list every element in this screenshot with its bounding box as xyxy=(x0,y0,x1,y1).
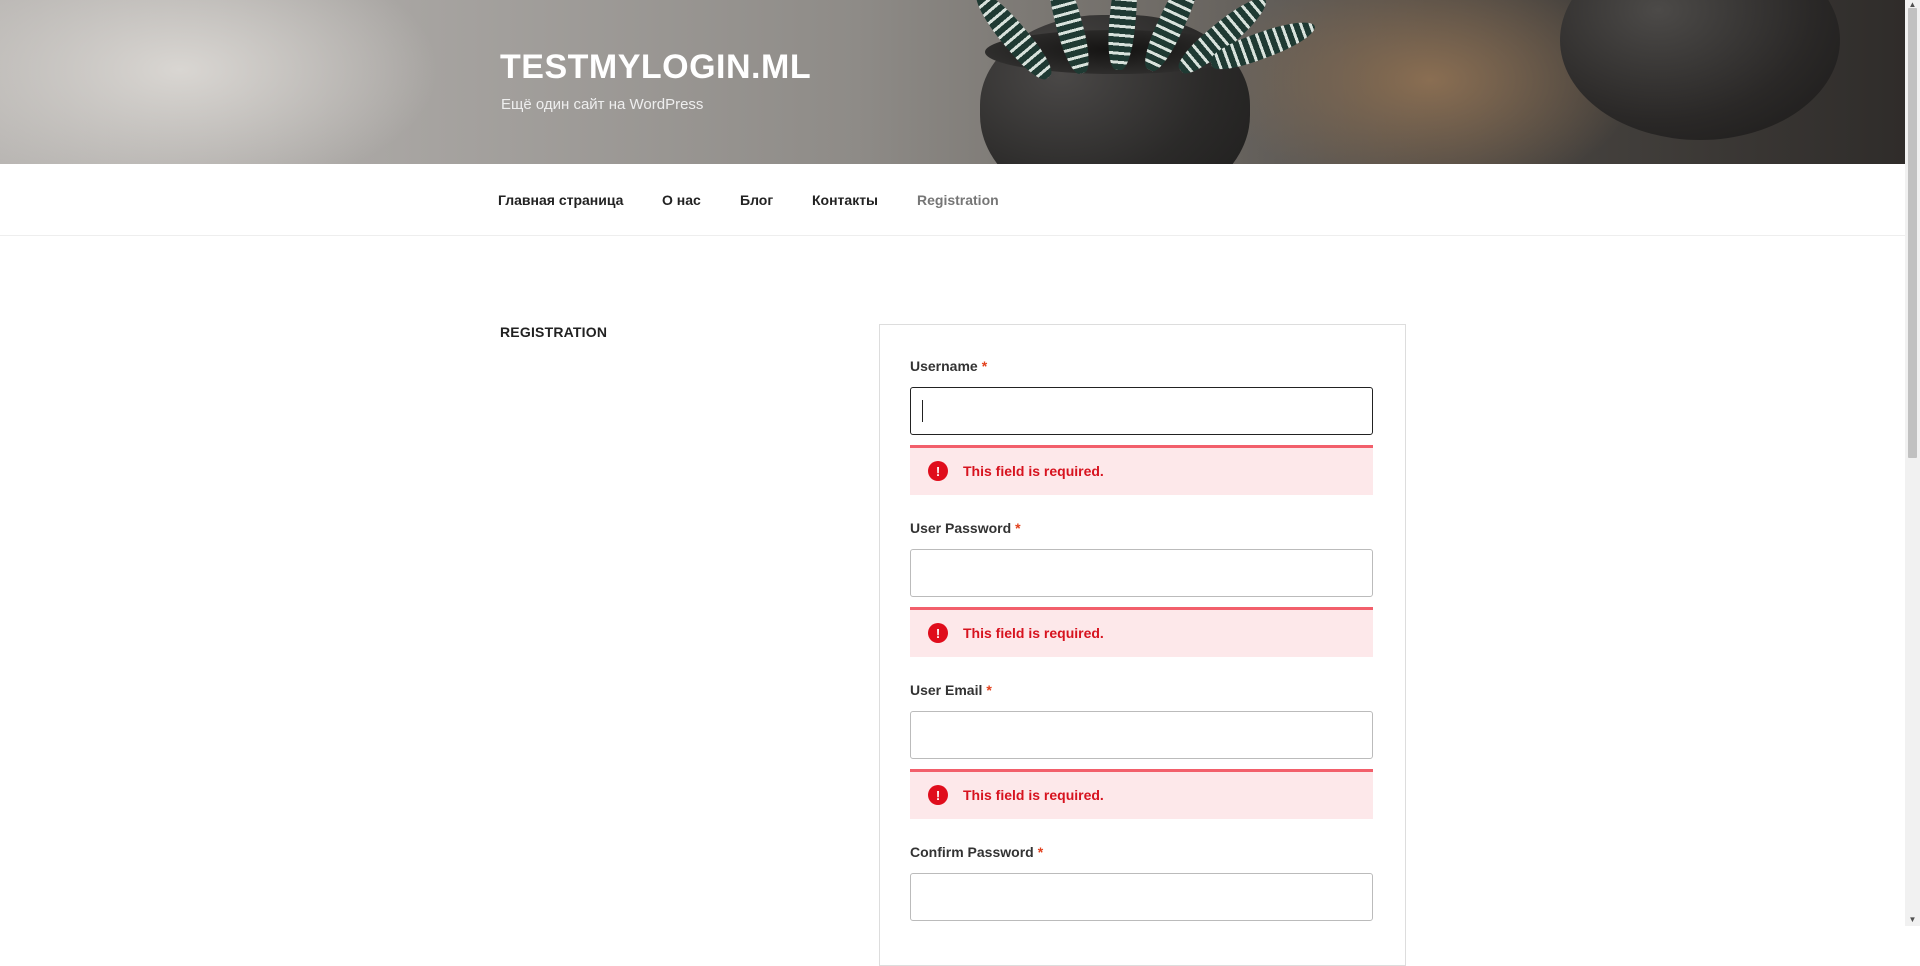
user-email-error-text: This field is required. xyxy=(963,787,1104,803)
user-password-label: User Password * xyxy=(910,520,1021,536)
required-mark: * xyxy=(1015,520,1021,536)
nav-item-blog[interactable]: Блог xyxy=(740,192,773,208)
site-title[interactable]: TESTMYLOGIN.ML xyxy=(500,48,811,87)
user-password-error-text: This field is required. xyxy=(963,625,1104,641)
nav-item-registration[interactable]: Registration xyxy=(917,192,999,208)
scroll-down-arrow-icon[interactable]: ▼ xyxy=(1908,915,1917,924)
required-mark: * xyxy=(1037,844,1044,860)
username-label-text: Username xyxy=(910,358,978,374)
nav-item-about[interactable]: О нас xyxy=(662,192,701,208)
scrollbar-thumb[interactable] xyxy=(1908,8,1917,458)
error-icon: ! xyxy=(928,623,948,643)
required-mark: * xyxy=(986,682,992,698)
username-label: Username * xyxy=(910,358,987,374)
page-scrollbar[interactable]: ▲ ▼ xyxy=(1905,0,1920,926)
header-image-blur xyxy=(0,0,440,164)
user-password-label-text: User Password xyxy=(910,520,1012,536)
user-email-label-text: User Email xyxy=(910,682,983,698)
username-error-text: This field is required. xyxy=(963,463,1104,479)
user-email-error: ! This field is required. xyxy=(910,769,1373,819)
error-icon: ! xyxy=(928,785,948,805)
page-title: REGISTRATION xyxy=(500,324,608,340)
confirm-password-input[interactable] xyxy=(910,873,1373,921)
nav-item-contacts[interactable]: Контакты xyxy=(812,192,878,208)
username-error: ! This field is required. xyxy=(910,445,1373,495)
user-email-input[interactable] xyxy=(910,711,1373,759)
user-password-error: ! This field is required. xyxy=(910,607,1373,657)
username-input[interactable] xyxy=(910,387,1373,435)
user-password-input[interactable] xyxy=(910,549,1373,597)
site-header: TESTMYLOGIN.ML Ещё один сайт на WordPres… xyxy=(0,0,1905,164)
text-cursor xyxy=(922,400,923,422)
confirm-password-label-text: Confirm Password xyxy=(910,844,1034,860)
confirm-password-label: Confirm Password * xyxy=(910,844,1043,860)
required-mark: * xyxy=(981,358,988,374)
site-description: Ещё один сайт на WordPress xyxy=(501,96,704,113)
error-icon: ! xyxy=(928,461,948,481)
main-navigation: Главная страница О нас Блог Контакты Reg… xyxy=(0,164,1905,236)
user-email-label: User Email * xyxy=(910,682,992,698)
nav-item-home[interactable]: Главная страница xyxy=(498,192,623,208)
